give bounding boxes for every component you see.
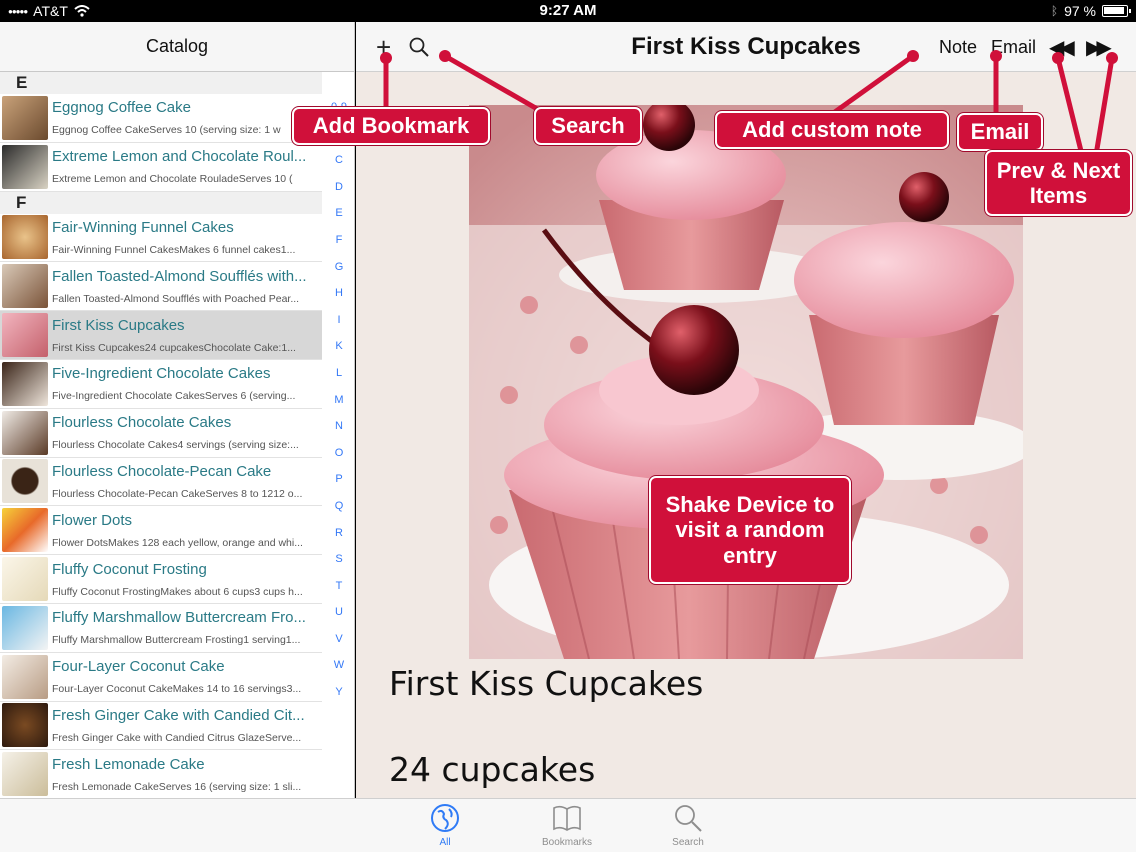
recipe-thumbnail [2,654,48,699]
list-item[interactable]: Fluffy Coconut Frosting Fluffy Coconut Fr… [0,555,322,604]
note-button[interactable]: Note [939,37,977,58]
recipe-thumbnail [2,557,48,602]
status-bar: ●●●●● AT&T 9:27 AM ᛒ 97 % [0,0,1136,22]
recipe-thumbnail [2,605,48,650]
next-item-button[interactable]: ▶▶ [1086,35,1112,60]
list-item[interactable]: Fair-Winning Funnel Cakes Fair-Winning Fu… [0,214,322,263]
tab-all[interactable]: All [405,803,485,848]
list-item[interactable]: Fresh Lemonade Cake Fresh Lemonade CakeSe… [0,750,322,798]
list-item[interactable]: Fallen Toasted-Almond Soufflés with... Fa… [0,262,322,312]
list-item[interactable]: Flourless Chocolate Cakes Flourless Choco… [0,409,322,458]
section-index[interactable]: 0-9 B C D E F G H I K L M N O P Q R S T … [324,94,354,706]
recipe-thumbnail [2,361,48,406]
recipe-thumbnail [2,215,48,260]
status-time: 9:27 AM [539,2,597,19]
recipe-thumbnail [2,95,48,140]
recipe-thumbnail [2,508,48,553]
list-item[interactable]: Extreme Lemon and Chocolate Roul... Extre… [0,143,322,192]
callout-add-bookmark: Add Bookmark [292,107,490,145]
detail-toolbar: + First Kiss Cupcakes Note Email ◀◀ ▶▶ [356,22,1136,72]
recipe-thumbnail [2,313,48,358]
recipe-title: First Kiss Cupcakes [389,664,704,703]
recipe-thumbnail [2,703,48,748]
list-item[interactable]: Fresh Ginger Cake with Candied Cit... Fre… [0,702,322,751]
callout-search: Search [534,107,642,145]
callout-prev-next: Prev & Next Items [985,150,1132,216]
section-header-e: E [0,72,322,94]
bluetooth-icon: ᛒ [1050,4,1059,18]
battery-icon [1102,5,1131,17]
globe-icon [431,804,459,832]
list-item[interactable]: Flourless Chocolate-Pecan Cake Flourless … [0,458,322,507]
recipe-yield: 24 cupcakes [389,750,596,789]
list-item[interactable]: Eggnog Coffee Cake Eggnog Coffee CakeServ… [0,94,322,143]
recipe-thumbnail [2,264,48,309]
tab-bar: All Bookmarks Search [0,798,1136,852]
list-item[interactable]: Flower Dots Flower DotsMakes 128 each yel… [0,506,322,556]
search-icon [675,805,702,832]
book-icon [553,805,581,831]
battery-label: 97 % [1064,3,1096,19]
callout-add-note: Add custom note [715,111,949,149]
list-item[interactable]: Four-Layer Coconut Cake Four-Layer Coconu… [0,653,322,702]
callout-shake: Shake Device to visit a random entry [649,476,851,584]
callout-email: Email [957,113,1043,151]
tab-bookmarks[interactable]: Bookmarks [527,803,607,848]
recipe-thumbnail [2,459,48,504]
recipe-thumbnail [2,144,48,189]
tab-search[interactable]: Search [648,803,728,848]
list-item[interactable]: Fluffy Marshmallow Buttercream Fro... Flu… [0,604,322,653]
list-item[interactable]: Five-Ingredient Chocolate Cakes Five-Ingr… [0,360,322,409]
recipe-thumbnail [2,410,48,455]
section-header-f: F [0,191,322,214]
recipe-thumbnail [2,752,48,797]
email-button[interactable]: Email [991,37,1036,58]
sidebar-title: Catalog [0,22,354,72]
list-item-selected[interactable]: First Kiss Cupcakes First Kiss Cupcakes24… [0,311,322,360]
prev-item-button[interactable]: ◀◀ [1049,35,1075,60]
